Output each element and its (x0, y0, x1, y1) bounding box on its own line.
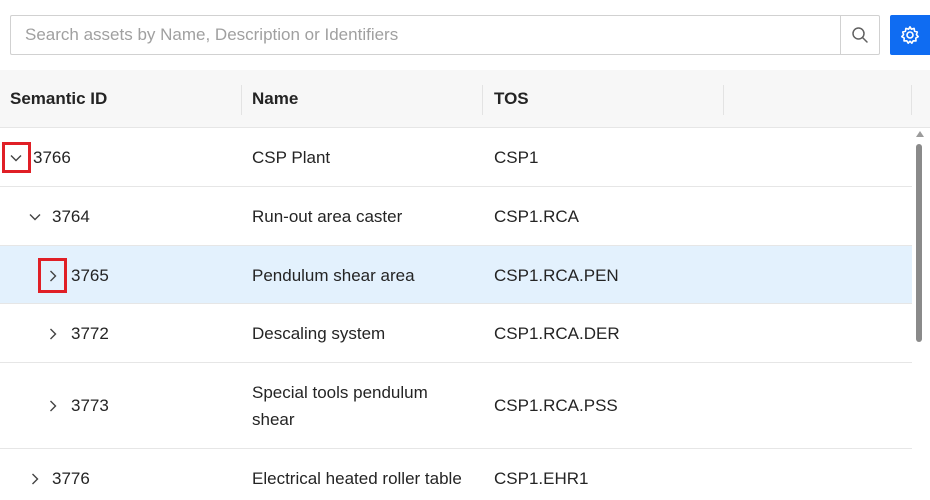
settings-button[interactable] (890, 15, 930, 55)
cell-name: Run-out area caster (252, 207, 403, 226)
chevron-right-icon[interactable] (46, 399, 60, 413)
cell-semantic-id: 3772 (71, 324, 109, 343)
table-row[interactable]: 3764 Run-out area caster CSP1.RCA (0, 187, 912, 246)
column-header-semantic-id[interactable]: Semantic ID (10, 70, 107, 128)
table-row[interactable]: 3773 Special tools pendulum shear CSP1.R… (0, 363, 912, 449)
cell-semantic-id: 3766 (33, 148, 71, 167)
table-row-selected[interactable]: 3765 Pendulum shear area CSP1.RCA.PEN (0, 246, 912, 304)
column-header-name[interactable]: Name (252, 70, 298, 128)
cell-semantic-id: 3773 (71, 396, 109, 415)
chevron-right-icon[interactable] (46, 327, 60, 341)
highlight-box (38, 258, 67, 293)
cell-name: Pendulum shear area (252, 266, 415, 285)
column-divider[interactable] (723, 85, 724, 115)
table-row[interactable]: 3776 Electrical heated roller table CSP1… (0, 449, 912, 500)
cell-tos: CSP1.RCA (494, 207, 580, 226)
chevron-right-icon[interactable] (28, 472, 42, 486)
cell-name: Electrical heated roller table (252, 469, 462, 488)
search-icon (852, 27, 868, 43)
cell-tos: CSP1.RCA.DER (494, 324, 620, 343)
search-button[interactable] (840, 15, 880, 55)
scroll-up-arrow-icon[interactable] (916, 131, 924, 137)
cell-tos: CSP1.RCA.PSS (494, 396, 618, 415)
cell-tos: CSP1.EHR1 (494, 469, 589, 488)
cell-semantic-id: 3764 (52, 207, 90, 226)
column-header-tos[interactable]: TOS (494, 70, 529, 128)
cell-semantic-id: 3765 (71, 266, 109, 285)
chevron-down-icon[interactable] (28, 210, 42, 224)
cell-tos: CSP1 (494, 148, 539, 167)
table-row[interactable]: 3766 CSP Plant CSP1 (0, 128, 912, 187)
cell-name: CSP Plant (252, 148, 331, 167)
cell-name: Descaling system (252, 324, 386, 343)
cell-semantic-id: 3776 (52, 469, 90, 488)
vertical-scrollbar[interactable] (912, 128, 930, 500)
column-divider[interactable] (911, 85, 912, 115)
search-input[interactable] (11, 16, 839, 54)
gear-icon (901, 26, 919, 44)
search-bar (10, 15, 880, 55)
cell-name: Special tools pendulum shear (252, 383, 428, 429)
search-box (10, 15, 841, 55)
table-row[interactable]: 3772 Descaling system CSP1.RCA.DER (0, 304, 912, 363)
grid-header: Semantic ID Name TOS (0, 70, 930, 128)
scrollbar-thumb[interactable] (916, 144, 922, 342)
cell-tos: CSP1.RCA.PEN (494, 266, 619, 285)
highlight-box (2, 142, 31, 173)
asset-tree-grid: Semantic ID Name TOS 3766 CSP Plant CSP1… (0, 70, 930, 500)
column-divider[interactable] (241, 85, 242, 115)
column-divider[interactable] (482, 85, 483, 115)
